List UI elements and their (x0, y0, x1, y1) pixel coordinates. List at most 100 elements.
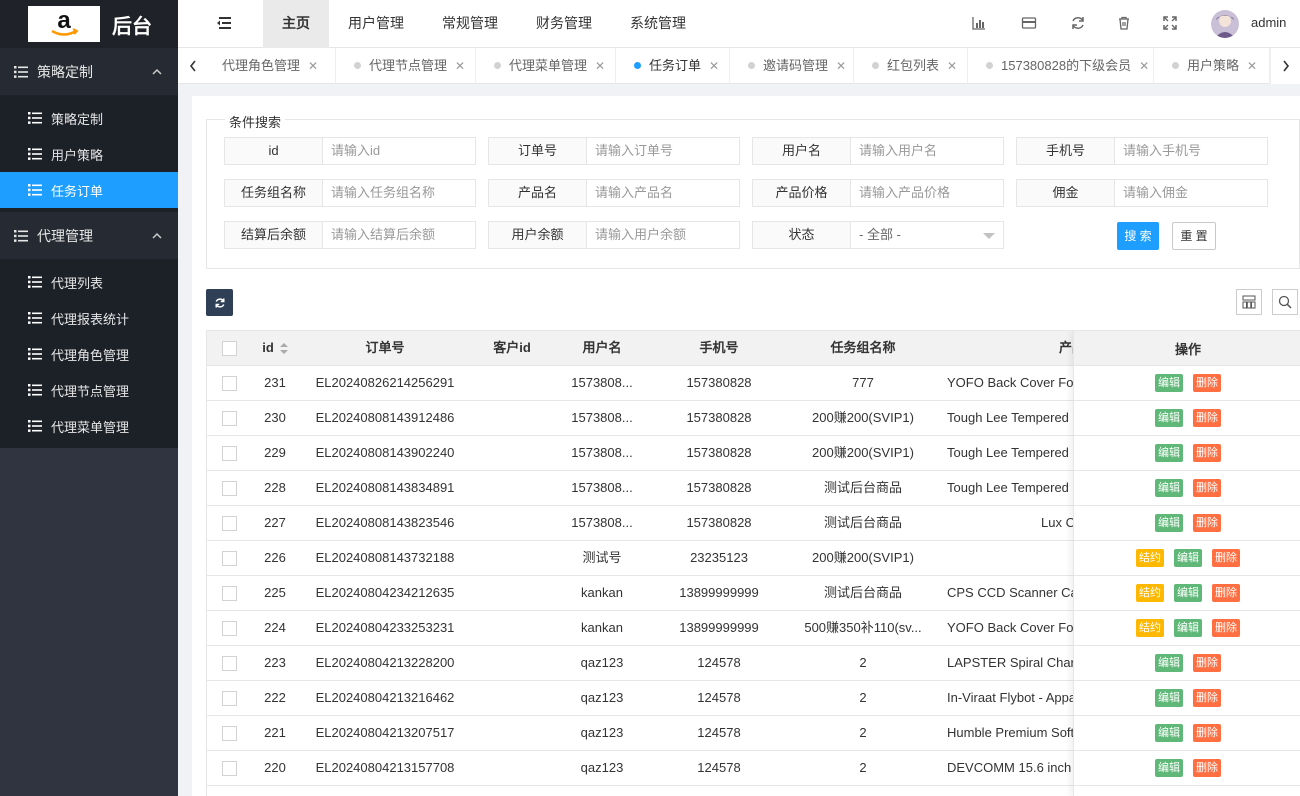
tab-next-icon[interactable] (1270, 48, 1300, 84)
tab-item[interactable]: 任务订单 ✕ (616, 48, 730, 84)
sidebar-item[interactable]: 任务订单 (0, 172, 178, 208)
row-checkbox[interactable] (222, 726, 237, 741)
sidebar-group[interactable]: 代理管理 (0, 212, 178, 260)
reset-button[interactable]: 重 置 (1172, 222, 1216, 250)
search-input[interactable]: 请输入产品名 (587, 180, 739, 206)
delete-button[interactable]: 删除 (1193, 724, 1221, 742)
search-input[interactable]: 请输入id (323, 138, 475, 164)
chart-icon[interactable] (971, 15, 987, 31)
tab-item[interactable]: 代理菜单管理 ✕ (476, 48, 616, 84)
nav-item[interactable]: 用户管理 (329, 0, 423, 48)
delete-button[interactable]: 删除 (1193, 689, 1221, 707)
row-checkbox[interactable] (222, 516, 237, 531)
row-checkbox[interactable] (222, 411, 237, 426)
edit-button[interactable]: 编辑 (1155, 479, 1183, 497)
table-search-button[interactable] (1272, 289, 1298, 315)
close-icon[interactable]: ✕ (947, 59, 957, 73)
edit-button[interactable]: 编辑 (1155, 374, 1183, 392)
close-icon[interactable]: ✕ (1247, 59, 1257, 73)
delete-button[interactable]: 删除 (1193, 444, 1221, 462)
tab-item[interactable]: 157380828的下级会员 ✕ (968, 48, 1154, 84)
search-input[interactable]: 请输入产品价格 (851, 180, 1003, 206)
search-input[interactable]: 请输入任务组名称 (323, 180, 475, 206)
sidebar-item[interactable]: 代理节点管理 (0, 372, 178, 408)
tab-item[interactable]: 用户策略 ✕ (1154, 48, 1270, 84)
sort-icon[interactable] (279, 343, 288, 355)
tab-item[interactable]: 代理角色管理 ✕ (196, 48, 336, 84)
delete-button[interactable]: 删除 (1193, 374, 1221, 392)
edit-button[interactable]: 编辑 (1155, 724, 1183, 742)
tab-item[interactable]: 邀请码管理 ✕ (730, 48, 854, 84)
columns-toggle-button[interactable] (1236, 289, 1262, 315)
table-refresh-button[interactable] (206, 289, 233, 316)
nav-item[interactable]: 系统管理 (611, 0, 705, 48)
sidebar-item[interactable]: 代理菜单管理 (0, 408, 178, 444)
row-checkbox[interactable] (222, 621, 237, 636)
search-input[interactable]: 请输入佣金 (1115, 180, 1267, 206)
edit-button[interactable]: 编辑 (1174, 549, 1202, 567)
refresh-icon[interactable] (1070, 15, 1086, 31)
tab-item[interactable]: 红包列表 ✕ (854, 48, 968, 84)
edit-button[interactable]: 编辑 (1155, 444, 1183, 462)
close-icon[interactable]: ✕ (1139, 59, 1149, 73)
row-checkbox[interactable] (222, 761, 237, 776)
search-input[interactable]: 请输入手机号 (1115, 138, 1267, 164)
row-checkbox[interactable] (222, 656, 237, 671)
close-icon[interactable]: ✕ (709, 59, 719, 73)
row-checkbox[interactable] (222, 551, 237, 566)
edit-button[interactable]: 编辑 (1155, 759, 1183, 777)
nav-item[interactable]: 主页 (263, 0, 329, 48)
edit-button[interactable]: 编辑 (1155, 654, 1183, 672)
delete-button[interactable]: 删除 (1193, 654, 1221, 672)
delete-button[interactable]: 删除 (1212, 619, 1240, 637)
delete-button[interactable]: 删除 (1212, 584, 1240, 602)
edit-button[interactable]: 编辑 (1155, 409, 1183, 427)
settle-button[interactable]: 结约 (1136, 549, 1164, 567)
settle-button[interactable]: 结约 (1136, 584, 1164, 602)
row-checkbox[interactable] (222, 691, 237, 706)
close-icon[interactable]: ✕ (308, 59, 318, 73)
fullscreen-icon[interactable] (1162, 15, 1178, 31)
select-all-checkbox[interactable] (222, 341, 237, 356)
table-cell-cust (467, 401, 557, 435)
admin-username[interactable]: admin (1251, 15, 1286, 30)
edit-button[interactable]: 编辑 (1155, 689, 1183, 707)
column-header[interactable]: id (247, 331, 303, 365)
close-icon[interactable]: ✕ (455, 59, 465, 73)
search-input[interactable]: 请输入用户余额 (587, 222, 739, 248)
list-icon (28, 276, 42, 288)
search-input[interactable]: 请输入结算后余额 (323, 222, 475, 248)
sidebar-item[interactable]: 代理列表 (0, 264, 178, 300)
delete-button[interactable]: 删除 (1193, 514, 1221, 532)
nav-item[interactable]: 财务管理 (517, 0, 611, 48)
row-checkbox[interactable] (222, 586, 237, 601)
edit-button[interactable]: 编辑 (1174, 619, 1202, 637)
edit-button[interactable]: 编辑 (1174, 584, 1202, 602)
card-icon[interactable] (1021, 15, 1037, 31)
search-button[interactable]: 搜 索 (1117, 222, 1159, 250)
status-select[interactable]: - 全部 - (851, 222, 1003, 248)
delete-button[interactable]: 删除 (1193, 409, 1221, 427)
close-icon[interactable]: ✕ (836, 59, 846, 73)
menu-toggle-icon[interactable] (217, 16, 233, 30)
sidebar-group[interactable]: 策略定制 (0, 48, 178, 96)
sidebar-item[interactable]: 代理报表统计 (0, 300, 178, 336)
trash-icon[interactable] (1116, 15, 1132, 31)
sidebar-item[interactable]: 代理角色管理 (0, 336, 178, 372)
delete-button[interactable]: 删除 (1212, 549, 1240, 567)
edit-button[interactable]: 编辑 (1155, 514, 1183, 532)
nav-item[interactable]: 常规管理 (423, 0, 517, 48)
close-icon[interactable]: ✕ (595, 59, 605, 73)
delete-button[interactable]: 删除 (1193, 759, 1221, 777)
row-checkbox[interactable] (222, 376, 237, 391)
row-checkbox[interactable] (222, 481, 237, 496)
row-checkbox[interactable] (222, 446, 237, 461)
sidebar-item[interactable]: 策略定制 (0, 100, 178, 136)
sidebar-item[interactable]: 用户策略 (0, 136, 178, 172)
tab-item[interactable]: 代理节点管理 ✕ (336, 48, 476, 84)
settle-button[interactable]: 结约 (1136, 619, 1164, 637)
avatar[interactable] (1211, 10, 1239, 38)
search-input[interactable]: 请输入用户名 (851, 138, 1003, 164)
search-input[interactable]: 请输入订单号 (587, 138, 739, 164)
delete-button[interactable]: 删除 (1193, 479, 1221, 497)
